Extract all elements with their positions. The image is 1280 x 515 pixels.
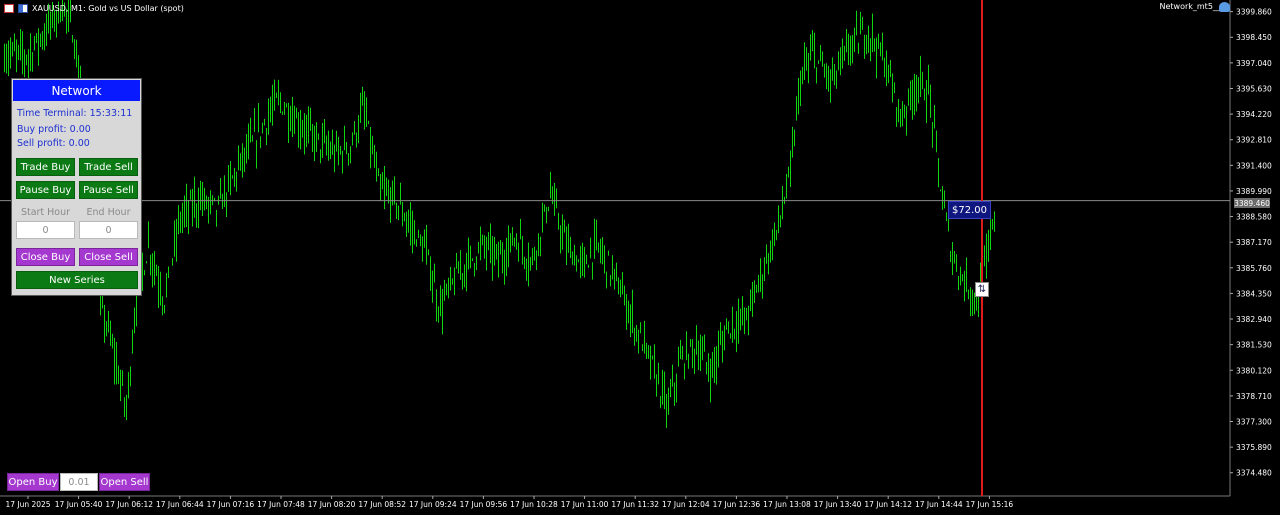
symbol-description: XAUUSD, M1: Gold vs US Dollar (spot) (32, 3, 184, 13)
trade-buy-button[interactable]: Trade Buy (16, 158, 75, 176)
profit-price-tag: $72.00 (948, 201, 991, 219)
account-label: Network_mt5__1 (1159, 2, 1226, 11)
x-tick-label: 17 Jun 10:28 (510, 500, 558, 509)
chart-menu-icon[interactable] (4, 3, 14, 13)
x-tick-label: 17 Jun 09:24 (409, 500, 457, 509)
time-terminal-text: Time Terminal: 15:33:11 (17, 108, 133, 119)
y-tick-label: 3387.170 (1236, 238, 1272, 247)
x-tick-label: 17 Jun 06:44 (156, 500, 204, 509)
x-tick-label: 17 Jun 2025 (5, 500, 50, 509)
panel-title: Network (13, 80, 140, 101)
pause-buy-button[interactable]: Pause Buy (16, 181, 75, 199)
y-tick-label: 3398.450 (1236, 33, 1272, 42)
x-tick-label: 17 Jun 15:16 (966, 500, 1014, 509)
candle-bars (4, 0, 995, 428)
y-tick-label: 3380.120 (1236, 366, 1272, 375)
current-price-label: 3389.460 (1234, 198, 1270, 208)
chart-area[interactable]: 3399.860 3398.450 3397.040 3395.630 3394.220… (0, 0, 1280, 515)
x-tick-label: 17 Jun 07:48 (257, 500, 305, 509)
y-tick-label: 3377.300 (1236, 418, 1272, 427)
y-tick-label: 3389.990 (1236, 187, 1272, 196)
lot-size-input[interactable] (60, 473, 98, 491)
one-click-trading-icon[interactable] (18, 3, 28, 13)
end-hour-input[interactable] (79, 221, 138, 239)
x-tick-label: 17 Jun 08:20 (308, 500, 356, 509)
x-tick-label: 17 Jun 13:40 (814, 500, 862, 509)
price-chart: 3399.860 3398.450 3397.040 3395.630 3394.220… (0, 0, 1272, 509)
x-tick-label: 17 Jun 08:52 (358, 500, 406, 509)
y-tick-label: 3394.220 (1236, 110, 1272, 119)
y-tick-label: 3381.530 (1236, 341, 1272, 350)
x-tick-label: 17 Jun 13:08 (763, 500, 811, 509)
y-tick-label: 3392.810 (1236, 136, 1272, 145)
x-tick-label: 17 Jun 07:16 (207, 500, 255, 509)
time-axis: 17 Jun 2025 17 Jun 05:40 17 Jun 06:12 17 Ju… (5, 496, 1013, 509)
trade-sell-button[interactable]: Trade Sell (79, 158, 138, 176)
sell-profit-text: Sell profit: 0.00 (17, 138, 90, 149)
y-tick-label: 3374.480 (1236, 469, 1272, 478)
x-tick-label: 17 Jun 14:44 (915, 500, 963, 509)
trade-marker-icon[interactable]: ⇅ (975, 282, 989, 297)
open-buy-button[interactable]: Open Buy (7, 473, 59, 491)
y-tick-label: 3391.400 (1236, 161, 1272, 170)
y-tick-label: 3378.710 (1236, 392, 1272, 401)
y-tick-label: 3388.580 (1236, 213, 1272, 222)
x-tick-label: 17 Jun 14:12 (864, 500, 912, 509)
x-tick-label: 17 Jun 11:00 (561, 500, 609, 509)
start-hour-label: Start Hour (20, 207, 71, 218)
x-tick-label: 17 Jun 09:56 (460, 500, 508, 509)
y-tick-label: 3375.890 (1236, 443, 1272, 452)
start-hour-input[interactable] (16, 221, 75, 239)
buy-profit-text: Buy profit: 0.00 (17, 124, 91, 135)
price-axis: 3399.860 3398.450 3397.040 3395.630 3394.220… (1230, 8, 1272, 478)
y-tick-label: 3382.940 (1236, 315, 1272, 324)
y-tick-label: 3395.630 (1236, 84, 1272, 93)
x-tick-label: 17 Jun 12:36 (713, 500, 761, 509)
close-buy-button[interactable]: Close Buy (16, 248, 75, 266)
open-sell-button[interactable]: Open Sell (99, 473, 150, 491)
x-tick-label: 17 Jun 12:04 (662, 500, 710, 509)
x-tick-label: 17 Jun 05:40 (55, 500, 103, 509)
x-tick-label: 17 Jun 06:12 (105, 500, 153, 509)
y-tick-label: 3385.760 (1236, 264, 1272, 273)
y-tick-label: 3397.040 (1236, 59, 1272, 68)
y-tick-label: 3399.860 (1236, 8, 1272, 17)
ea-hat-icon[interactable] (1219, 2, 1230, 12)
pause-sell-button[interactable]: Pause Sell (79, 181, 138, 199)
close-sell-button[interactable]: Close Sell (79, 248, 138, 266)
network-panel: Network Time Terminal: 15:33:11 Buy prof… (11, 78, 142, 296)
x-tick-label: 17 Jun 11:32 (611, 500, 659, 509)
new-series-button[interactable]: New Series (16, 271, 138, 289)
chart-header: XAUUSD, M1: Gold vs US Dollar (spot) (4, 1, 184, 15)
end-hour-label: End Hour (86, 207, 131, 218)
y-tick-label: 3384.350 (1236, 289, 1272, 298)
